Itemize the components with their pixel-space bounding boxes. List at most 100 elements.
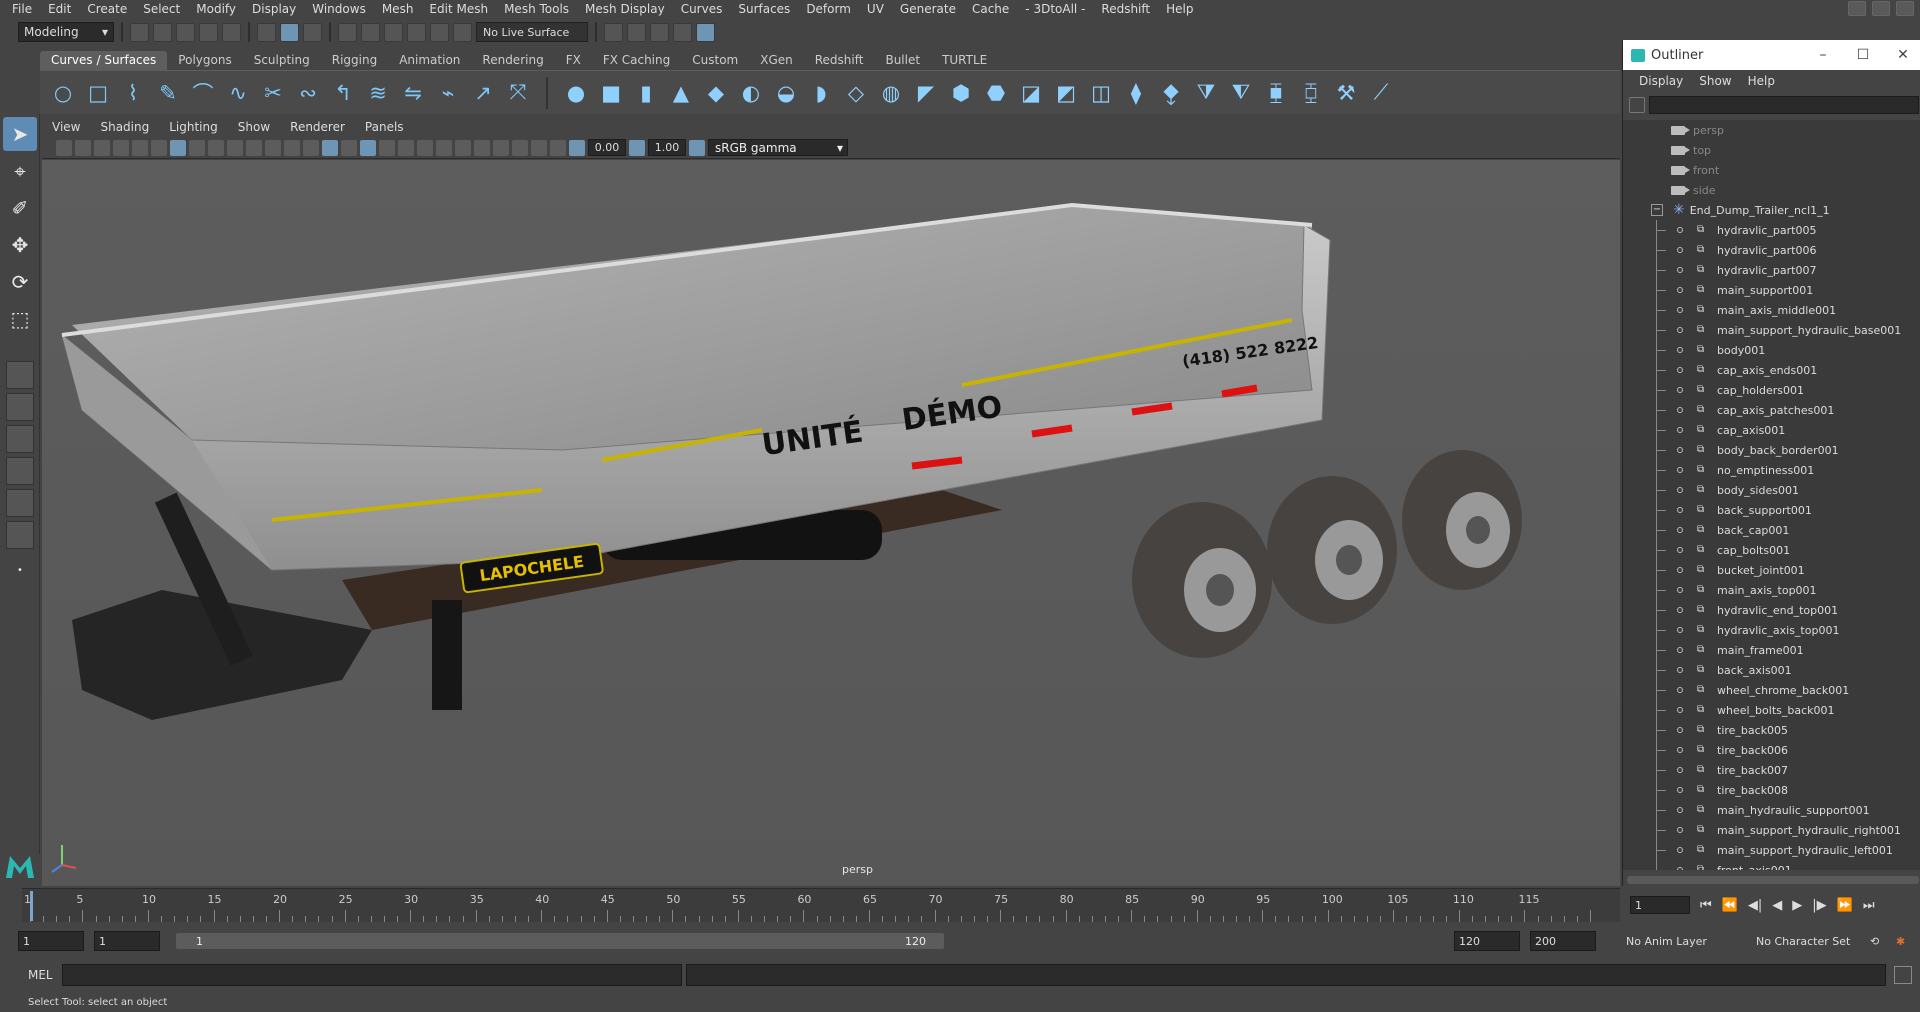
surface-edit-icon[interactable]: ⟋ (1366, 78, 1396, 108)
expand-icon[interactable] (1677, 847, 1683, 853)
expand-icon[interactable] (1677, 407, 1683, 413)
nurbs-cone-icon[interactable]: ▲ (666, 78, 696, 108)
time-slider[interactable]: 1 5 10 15 20 25 30 35 40 45 50 55 60 65 70 75 80 85 90 95 10… (22, 888, 1620, 922)
outliner-item[interactable]: ⧉ tire_back006 (1623, 740, 1920, 760)
color-space-dropdown[interactable]: sRGB gamma ▾ (708, 139, 848, 156)
nurbs-cube-icon[interactable]: ■ (596, 78, 626, 108)
play-back-icon[interactable]: ◀ (1772, 898, 1782, 913)
select-component-icon[interactable] (303, 22, 322, 42)
menu-generate[interactable]: Generate (892, 2, 964, 16)
outliner-menu-help[interactable]: Help (1740, 74, 1783, 88)
image-plane-icon[interactable] (113, 139, 129, 156)
default-material-icon[interactable] (341, 139, 357, 156)
layout-icon[interactable] (1872, 1, 1890, 16)
grid-toggle-icon[interactable] (170, 139, 186, 156)
menu-help[interactable]: Help (1158, 2, 1201, 16)
outliner-item[interactable]: ⧉ wheel_chrome_back001 (1623, 680, 1920, 700)
playback-start-field[interactable]: 1 (94, 931, 160, 951)
menu-edit[interactable]: Edit (40, 2, 79, 16)
shelf-tab-redshift[interactable]: Redshift (804, 51, 875, 70)
anim-layer-dropdown[interactable]: No Anim Layer (1622, 931, 1742, 951)
revolve-icon[interactable]: ◒ (771, 78, 801, 108)
cv-curve-icon[interactable]: ⌒ (188, 78, 218, 108)
anim-prefs-icon[interactable]: ✱ (1892, 931, 1914, 951)
xray-components-icon[interactable] (550, 139, 566, 156)
sculpt-geometry-icon[interactable]: ⚒ (1331, 78, 1361, 108)
reverse-curve-icon[interactable]: ⇋ (398, 78, 428, 108)
outliner-camera-persp[interactable]: persp (1623, 120, 1920, 140)
expand-icon[interactable] (1677, 867, 1683, 870)
outliner-search-input[interactable] (1649, 96, 1919, 114)
nurbs-torus-icon[interactable]: ◐ (736, 78, 766, 108)
extend-surface-icon[interactable]: ⧮ (1296, 78, 1326, 108)
expand-icon[interactable] (1677, 507, 1683, 513)
outliner-item[interactable]: ⧉ no_emptiness001 (1623, 460, 1920, 480)
script-editor-icon[interactable] (1894, 966, 1912, 984)
bevel-plus-icon[interactable]: ⬢ (946, 78, 976, 108)
menu-select[interactable]: Select (135, 2, 188, 16)
menu-create[interactable]: Create (79, 2, 135, 16)
outliner-item[interactable]: ⧉ main_support001 (1623, 280, 1920, 300)
nurbs-cylinder-icon[interactable]: ▮ (631, 78, 661, 108)
twod-pan-zoom-icon[interactable] (151, 139, 167, 156)
shelf-tab-rendering[interactable]: Rendering (471, 51, 554, 70)
outliner-item[interactable]: ⧉ tire_back008 (1623, 780, 1920, 800)
menu-mesh-display[interactable]: Mesh Display (577, 2, 673, 16)
step-back-key-icon[interactable]: ⏪ (1722, 898, 1738, 913)
outliner-item[interactable]: ⧉ main_support_hydraulic_right001 (1623, 820, 1920, 840)
outliner-item[interactable]: ⧉ tire_back007 (1623, 760, 1920, 780)
snap-view-icon[interactable] (407, 22, 426, 42)
shelf-tab-sculpting[interactable]: Sculpting (243, 51, 321, 70)
step-forward-key-icon[interactable]: ⏩ (1837, 898, 1853, 913)
expand-icon[interactable] (1677, 327, 1683, 333)
align-surfaces-icon[interactable]: ⧪ (1156, 78, 1186, 108)
nurbs-sphere-icon[interactable]: ● (561, 78, 591, 108)
redo-icon[interactable] (222, 22, 241, 42)
end-time-field[interactable]: 200 (1530, 931, 1596, 951)
smooth-shade-icon[interactable] (322, 139, 338, 156)
shadows-icon[interactable] (398, 139, 414, 156)
grease-pencil-icon[interactable] (132, 139, 148, 156)
extrude-icon[interactable]: ◍ (876, 78, 906, 108)
outliner-camera-side[interactable]: side (1623, 180, 1920, 200)
graph-layout-icon[interactable] (6, 489, 34, 517)
outliner-item[interactable]: ⧉ body_back_border001 (1623, 440, 1920, 460)
outliner-camera-top[interactable]: top (1623, 140, 1920, 160)
safe-title-icon[interactable] (284, 139, 300, 156)
toggle-panel-icon[interactable] (1896, 1, 1914, 16)
expand-icon[interactable] (1677, 567, 1683, 573)
attach-curve-icon[interactable]: ∾ (293, 78, 323, 108)
xray-joints-icon[interactable] (531, 139, 547, 156)
outliner-item[interactable]: ⧉ hydravlic_end_top001 (1623, 600, 1920, 620)
safe-action-icon[interactable] (265, 139, 281, 156)
viewport-menu-shading[interactable]: Shading (90, 120, 159, 134)
outliner-item[interactable]: ⧉ front_axis001 (1623, 860, 1920, 870)
outliner-item[interactable]: ⧉ back_axis001 (1623, 660, 1920, 680)
outliner-item[interactable]: ⧉ body_sides001 (1623, 480, 1920, 500)
expand-icon[interactable] (1677, 787, 1683, 793)
expand-icon[interactable] (1677, 747, 1683, 753)
exposure-icon[interactable] (569, 139, 585, 156)
expand-icon[interactable] (1677, 527, 1683, 533)
render-settings-icon[interactable] (673, 22, 692, 42)
expand-icon[interactable] (1677, 667, 1683, 673)
new-scene-icon[interactable] (130, 22, 149, 42)
nurbs-square-icon[interactable]: □ (83, 78, 113, 108)
render-view-icon[interactable] (604, 22, 623, 42)
viewport-menu-renderer[interactable]: Renderer (280, 120, 355, 134)
textured-icon[interactable] (360, 139, 376, 156)
shelf-tab-polygons[interactable]: Polygons (167, 51, 242, 70)
outliner-item[interactable]: ⧉ hydravlic_part007 (1623, 260, 1920, 280)
expand-icon[interactable] (1677, 247, 1683, 253)
ipr-render-icon[interactable] (650, 22, 669, 42)
playback-end-field[interactable]: 120 (1454, 931, 1520, 951)
film-gate-icon[interactable] (189, 139, 205, 156)
lasso-tool-icon[interactable]: ⌖ (3, 154, 37, 188)
outliner-item[interactable]: ⧉ tire_back005 (1623, 720, 1920, 740)
motion-blur-icon[interactable] (436, 139, 452, 156)
expand-icon[interactable] (1677, 307, 1683, 313)
gamma-icon[interactable] (629, 139, 645, 156)
color-management-icon[interactable] (689, 139, 705, 156)
expand-icon[interactable] (1677, 387, 1683, 393)
shelf-tab-turtle[interactable]: TURTLE (931, 51, 998, 70)
